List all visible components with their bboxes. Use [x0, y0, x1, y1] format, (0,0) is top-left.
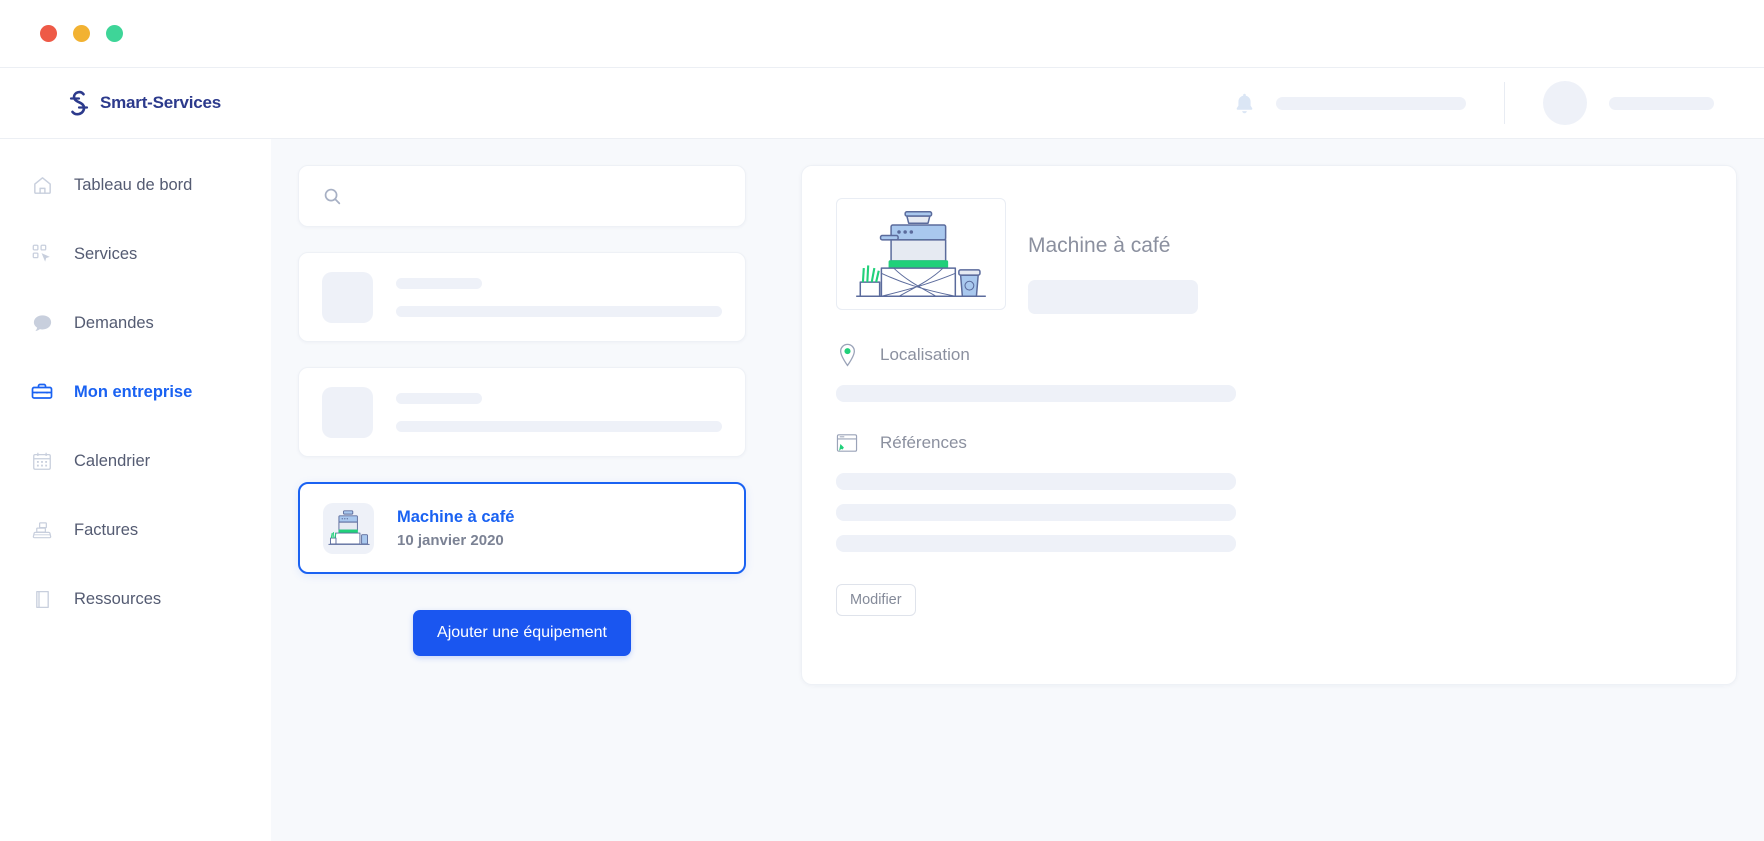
- sidebar: Tableau de bord Services Demandes Mon en…: [0, 139, 271, 841]
- add-button-row: Ajouter une équipement: [298, 610, 746, 656]
- add-equipment-button[interactable]: Ajouter une équipement: [413, 610, 631, 656]
- bell-icon[interactable]: [1235, 93, 1254, 114]
- coffee-machine-illustration-icon: [323, 502, 374, 554]
- sidebar-item-calendrier[interactable]: Calendrier: [0, 437, 271, 485]
- header-right: [1235, 81, 1764, 125]
- title-bar: [0, 0, 1764, 68]
- cash-register-icon: [30, 518, 54, 542]
- list-item-skeleton-lines: [396, 277, 722, 317]
- field-label: Localisation: [880, 345, 970, 364]
- smart-services-logo-icon: [69, 90, 89, 116]
- avatar[interactable]: [1543, 81, 1587, 125]
- skeleton-line-long: [396, 305, 722, 317]
- field-header: Localisation: [836, 342, 1702, 368]
- coffee-machine-illustration: [836, 198, 1006, 310]
- sidebar-item-label: Mon entreprise: [74, 382, 193, 401]
- brand[interactable]: Smart-Services: [0, 90, 221, 116]
- detail-title: Machine à café: [1028, 234, 1171, 257]
- traffic-lights: [40, 25, 123, 42]
- book-icon: [30, 587, 54, 611]
- list-item-text: Machine à café 10 janvier 2020: [397, 508, 514, 549]
- field-header: Références: [836, 430, 1702, 456]
- minimize-window-button[interactable]: [73, 25, 90, 42]
- field-group-references: Références: [836, 430, 1702, 552]
- user-name-placeholder: [1609, 96, 1714, 110]
- sidebar-item-label: Demandes: [74, 313, 154, 332]
- sidebar-item-label: Services: [74, 244, 138, 263]
- map-pin-icon: [836, 342, 858, 368]
- list-item-thumbnail: [322, 271, 373, 323]
- sidebar-item-label: Ressources: [74, 589, 162, 608]
- equipment-list-column: Machine à café 10 janvier 2020 Ajouter u…: [298, 165, 746, 815]
- list-item-date: 10 janvier 2020: [397, 531, 504, 549]
- edit-button[interactable]: Modifier: [836, 584, 916, 616]
- sidebar-item-services[interactable]: Services: [0, 230, 271, 278]
- field-value-placeholder: [836, 535, 1236, 552]
- list-item-thumbnail: [322, 386, 373, 438]
- chat-bubble-icon: [30, 311, 54, 335]
- skeleton-line-short: [396, 277, 482, 289]
- brand-name: Smart-Services: [100, 93, 221, 112]
- search-box[interactable]: [298, 165, 746, 227]
- detail-header-text: Machine à café: [1028, 198, 1198, 314]
- sidebar-item-factures[interactable]: Factures: [0, 506, 271, 554]
- calendar-icon: [30, 449, 54, 473]
- detail-header: Machine à café: [836, 198, 1702, 314]
- equipment-detail-panel: Machine à café Localisation Références M…: [801, 165, 1737, 685]
- sidebar-item-demandes[interactable]: Demandes: [0, 299, 271, 347]
- app-header: Smart-Services: [0, 68, 1764, 139]
- skeleton-line-short: [396, 392, 482, 404]
- list-item[interactable]: [298, 252, 746, 342]
- skeleton-line-long: [396, 420, 722, 432]
- detail-name-value-placeholder: [1028, 280, 1198, 314]
- field-value-placeholder: [836, 385, 1236, 402]
- header-divider: [1504, 82, 1505, 124]
- maximize-window-button[interactable]: [106, 25, 123, 42]
- search-icon: [324, 188, 341, 204]
- search-input[interactable]: [356, 187, 721, 205]
- list-item[interactable]: [298, 367, 746, 457]
- sidebar-item-label: Calendrier: [74, 451, 151, 470]
- sidebar-item-label: Factures: [74, 520, 139, 539]
- main-content: Machine à café 10 janvier 2020 Ajouter u…: [271, 139, 1764, 841]
- list-item-title: Machine à café: [397, 507, 515, 526]
- sidebar-item-label: Tableau de bord: [74, 175, 193, 194]
- notification-text-placeholder: [1276, 96, 1466, 110]
- app-window: Smart-Services Tableau de bord Services …: [0, 0, 1764, 841]
- field-label: Références: [880, 433, 967, 452]
- field-value-placeholder: [836, 504, 1236, 521]
- grid-cursor-icon: [30, 242, 54, 266]
- close-window-button[interactable]: [40, 25, 57, 42]
- briefcase-icon: [30, 380, 54, 404]
- list-item-selected[interactable]: Machine à café 10 janvier 2020: [298, 482, 746, 574]
- field-group-localisation: Localisation: [836, 342, 1702, 402]
- list-item-skeleton-lines: [396, 392, 722, 432]
- sidebar-item-tableau-de-bord[interactable]: Tableau de bord: [0, 161, 271, 209]
- window-icon: [836, 430, 858, 456]
- sidebar-item-mon-entreprise[interactable]: Mon entreprise: [0, 368, 271, 416]
- field-value-placeholder: [836, 473, 1236, 490]
- home-icon: [30, 173, 54, 197]
- sidebar-item-ressources[interactable]: Ressources: [0, 575, 271, 623]
